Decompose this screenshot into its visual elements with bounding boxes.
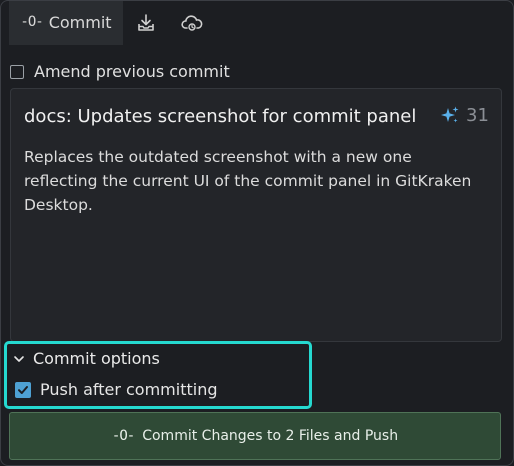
push-after-commit-row[interactable]: Push after committing xyxy=(15,380,218,399)
commit-options-section: Commit options Push after committing xyxy=(4,341,312,409)
sparkle-icon[interactable] xyxy=(440,105,460,125)
commit-button[interactable]: -O- Commit Changes to 2 Files and Push xyxy=(9,412,501,460)
tab-commit[interactable]: -O- Commit xyxy=(9,1,123,45)
commit-button-label: Commit Changes to 2 Files and Push xyxy=(142,428,399,444)
commit-node-icon: -O- xyxy=(20,14,43,30)
chevron-down-icon xyxy=(14,355,24,362)
commit-panel: -O- Commit Amend previous commit docs: U… xyxy=(0,0,514,466)
amend-label: Amend previous commit xyxy=(34,62,230,81)
amend-checkbox[interactable] xyxy=(10,64,24,79)
cloud-sync-icon xyxy=(181,15,203,31)
push-after-commit-checkbox[interactable] xyxy=(15,381,31,398)
commit-options-toggle[interactable]: Commit options xyxy=(13,349,160,368)
download-tray-icon xyxy=(138,14,154,31)
commit-message-box[interactable]: docs: Updates screenshot for commit pane… xyxy=(10,88,502,342)
summary-char-count: 31 xyxy=(466,105,489,126)
push-after-commit-label: Push after committing xyxy=(40,380,218,399)
tab-commit-label: Commit xyxy=(48,12,112,32)
commit-options-label: Commit options xyxy=(33,349,160,368)
commit-summary-input[interactable]: docs: Updates screenshot for commit pane… xyxy=(24,106,416,127)
tab-cloud[interactable] xyxy=(169,1,215,45)
commit-node-icon: -O- xyxy=(111,428,135,444)
tab-stash[interactable] xyxy=(123,1,169,45)
commit-description-input[interactable]: Replaces the outdated screenshot with a … xyxy=(24,145,489,217)
checkmark-icon xyxy=(18,385,28,394)
amend-row[interactable]: Amend previous commit xyxy=(10,62,230,81)
tab-bar: -O- Commit xyxy=(1,1,513,45)
